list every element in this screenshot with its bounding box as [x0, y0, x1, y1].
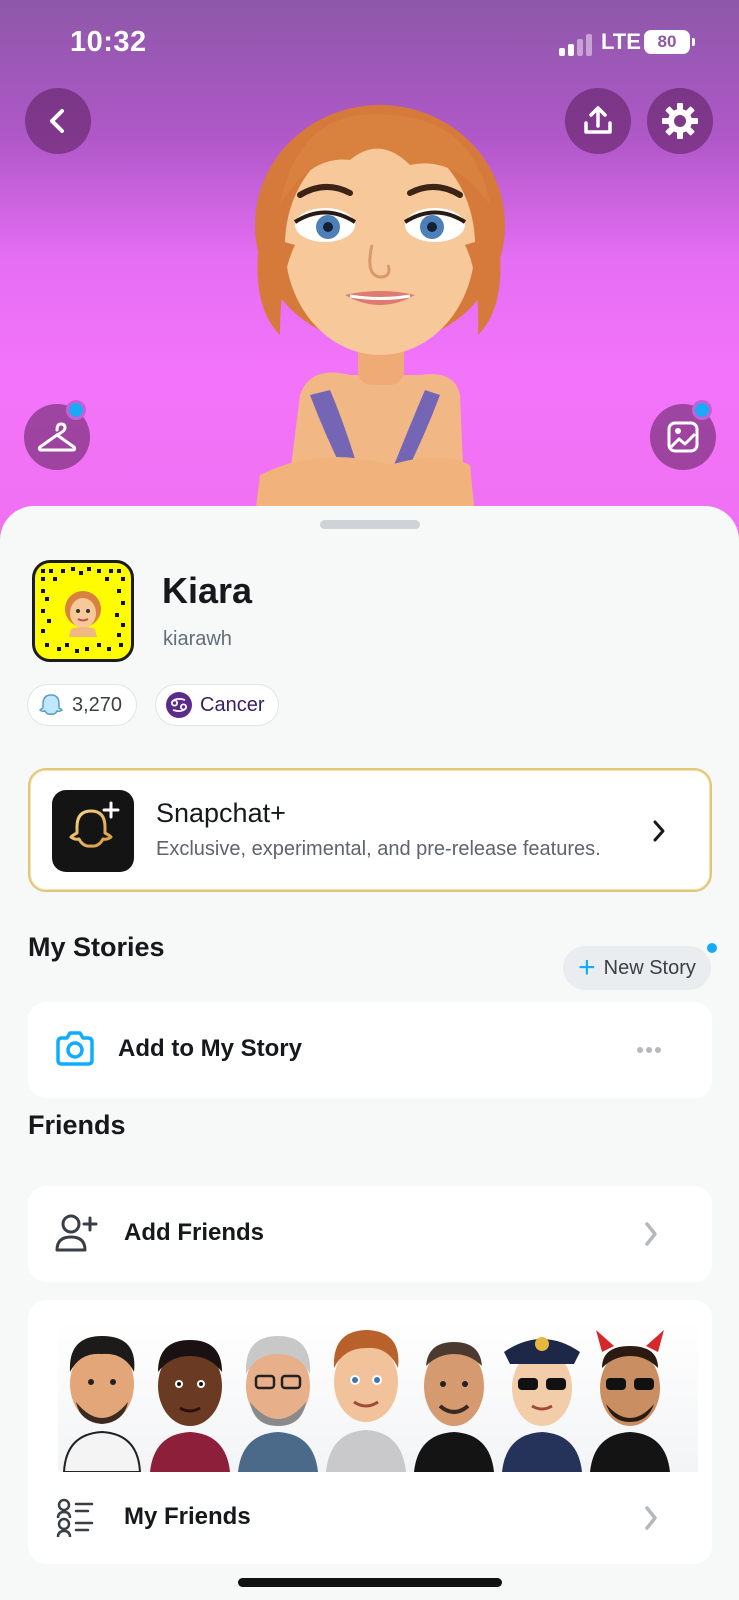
snapcode-pattern [41, 567, 125, 653]
status-time: 10:32 [70, 26, 147, 58]
profile-header: 10:32 LTE 80 [0, 0, 739, 540]
friend-avatar [238, 1336, 318, 1472]
friends-bitmoji-strip [58, 1318, 698, 1472]
share-button[interactable] [565, 88, 631, 154]
zodiac-chip[interactable]: Cancer [155, 684, 280, 726]
snap-score-chip[interactable]: 3,270 [27, 684, 138, 726]
back-button[interactable] [25, 88, 91, 154]
profile-sheet: Kiara kiarawh 3,270 Cancer Snapchat+ Exc… [0, 506, 739, 1600]
add-friend-icon [55, 1214, 98, 1252]
image-icon [667, 421, 699, 453]
status-bar: 10:32 LTE 80 [0, 24, 739, 60]
my-stories-title: My Stories [28, 932, 165, 962]
new-story-label: New Story [603, 956, 696, 979]
chevron-left-icon [50, 109, 64, 133]
friend-avatar [590, 1330, 670, 1472]
more-options-icon[interactable] [636, 1046, 662, 1054]
share-upload-icon [584, 106, 612, 134]
friends-title: Friends [28, 1110, 126, 1140]
bitmoji-avatar[interactable] [240, 95, 520, 515]
cancer-zodiac-icon [166, 692, 192, 718]
sheet-grabber[interactable] [320, 520, 420, 529]
ghost-icon [38, 694, 64, 715]
settings-button[interactable] [647, 88, 713, 154]
snapchat-plus-icon [52, 790, 134, 872]
friend-avatar [414, 1342, 494, 1472]
add-to-my-story-row[interactable]: Add to My Story [28, 1002, 712, 1098]
username: kiarawh [163, 628, 232, 650]
battery-level: 80 [657, 32, 677, 51]
hanger-icon [37, 422, 77, 452]
notification-dot [66, 400, 86, 420]
friend-avatar [502, 1337, 582, 1472]
home-indicator[interactable] [238, 1578, 502, 1587]
chevron-right-icon [645, 1506, 657, 1530]
friends-list-icon [56, 1498, 94, 1538]
add-friends-row[interactable]: Add Friends [28, 1186, 712, 1282]
my-friends-card[interactable]: My Friends [28, 1300, 712, 1564]
friend-avatar [150, 1340, 230, 1472]
camera-icon [56, 1031, 94, 1066]
notification-dot [707, 943, 717, 953]
plus-icon: + [578, 951, 596, 984]
friend-avatar [62, 1336, 142, 1472]
chevron-right-icon [645, 1222, 657, 1246]
add-to-my-story-label: Add to My Story [118, 1035, 302, 1062]
chevron-right-icon [653, 820, 665, 842]
snapchat-plus-title: Snapchat+ [156, 798, 286, 828]
display-name: Kiara [162, 570, 253, 611]
background-button[interactable] [650, 400, 716, 470]
friend-avatar [326, 1330, 406, 1472]
add-friends-label: Add Friends [124, 1219, 265, 1246]
snap-score-value: 3,270 [72, 693, 123, 716]
notification-dot [692, 400, 712, 420]
new-story-button[interactable]: + New Story [563, 946, 711, 990]
network-label: LTE [601, 29, 641, 54]
snapchat-plus-subtitle: Exclusive, experimental, and pre-release… [156, 838, 601, 860]
zodiac-label: Cancer [200, 693, 265, 716]
battery-icon: 80 [644, 30, 695, 54]
gear-icon [662, 103, 698, 139]
outfit-button[interactable] [24, 400, 90, 470]
snapchat-plus-card[interactable]: Snapchat+ Exclusive, experimental, and p… [28, 768, 712, 892]
signal-icon [559, 34, 595, 56]
snapcode[interactable] [32, 560, 134, 662]
my-friends-label: My Friends [124, 1503, 251, 1530]
